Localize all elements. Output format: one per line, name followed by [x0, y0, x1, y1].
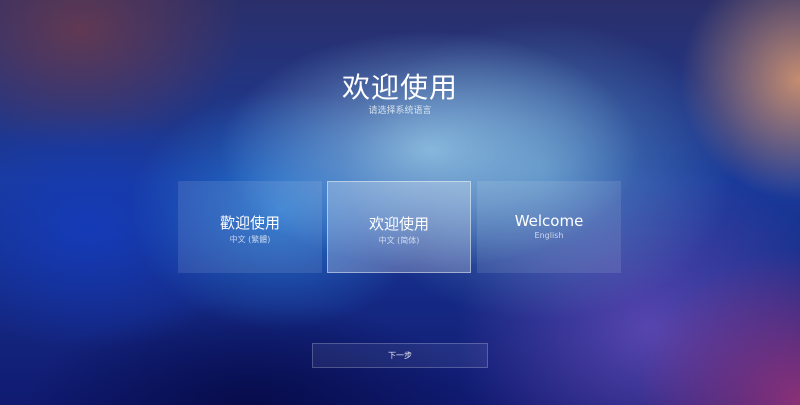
- language-option-title: 歡迎使用: [219, 214, 280, 232]
- language-option-english[interactable]: Welcome English: [477, 181, 621, 273]
- next-button[interactable]: 下一步: [312, 343, 488, 368]
- language-option-title: 欢迎使用: [368, 215, 429, 233]
- page-subtitle: 请选择系统语言: [368, 106, 432, 116]
- language-option-title: Welcome: [514, 212, 584, 230]
- language-option-subtitle: 中文 (简体): [378, 236, 420, 245]
- language-options: 歡迎使用 中文 (繁體) 欢迎使用 中文 (简体) Welcome Englis…: [178, 181, 622, 273]
- language-option-simplified-chinese[interactable]: 欢迎使用 中文 (简体): [327, 181, 471, 273]
- language-option-subtitle: English: [534, 231, 564, 240]
- page-title: 欢迎使用: [341, 71, 458, 104]
- language-option-subtitle: 中文 (繁體): [229, 235, 271, 244]
- language-option-traditional-chinese[interactable]: 歡迎使用 中文 (繁體): [178, 181, 322, 273]
